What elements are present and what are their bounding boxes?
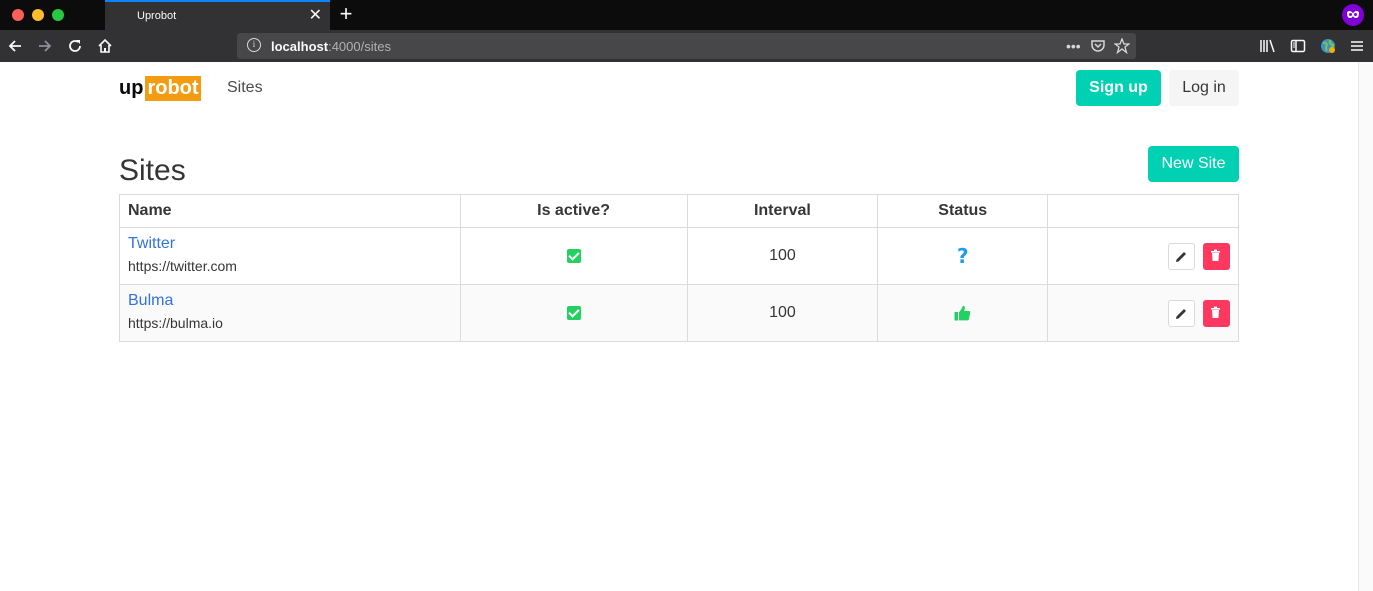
edit-button[interactable] xyxy=(1167,299,1195,327)
table-header-row: Name Is active? Interval Status xyxy=(119,194,1239,228)
table-row: Bulma https://bulma.io 100 xyxy=(119,284,1239,342)
address-bar[interactable]: i localhost:4000/sites ••• xyxy=(237,33,1136,59)
actions-cell xyxy=(1047,227,1239,285)
tab-close-icon[interactable]: ✕ xyxy=(309,6,322,26)
sidebar-icon[interactable] xyxy=(1288,35,1308,57)
thumbs-up-icon xyxy=(954,305,971,321)
bookmark-star-icon[interactable] xyxy=(1113,36,1131,59)
trash-icon xyxy=(1211,306,1220,318)
back-arrow-icon[interactable] xyxy=(5,35,25,57)
browser-tab[interactable]: Uprobot ✕ xyxy=(105,0,330,30)
browser-toolbar: i localhost:4000/sites ••• xyxy=(0,30,1373,62)
interval-cell: 100 xyxy=(686,284,879,342)
trash-icon xyxy=(1211,249,1220,261)
active-cell xyxy=(459,284,688,342)
site-name-link[interactable]: Twitter xyxy=(128,235,460,253)
site-name-cell: Bulma https://bulma.io xyxy=(119,284,461,342)
site-url: https://bulma.io xyxy=(128,314,223,331)
tab-title: Uprobot xyxy=(137,10,177,22)
forward-arrow-icon[interactable] xyxy=(35,35,55,57)
uprobot-logo[interactable]: up robot xyxy=(119,76,201,101)
column-header-status: Status xyxy=(877,194,1049,228)
url-text[interactable]: localhost:4000/sites xyxy=(271,39,391,54)
login-button[interactable]: Log in xyxy=(1169,70,1239,106)
pocket-icon[interactable] xyxy=(1090,36,1106,59)
library-icon[interactable] xyxy=(1258,35,1278,57)
site-name-link[interactable]: Bulma xyxy=(128,292,460,310)
extension-globe-icon[interactable] xyxy=(1318,35,1338,57)
column-header-active: Is active? xyxy=(459,194,688,228)
page-actions-icon[interactable]: ••• xyxy=(1066,36,1081,56)
column-header-interval: Interval xyxy=(686,194,879,228)
hamburger-menu-icon[interactable] xyxy=(1347,35,1367,57)
reload-icon[interactable] xyxy=(65,35,85,57)
page-content: up robot Sites Sign up Log in Sites New … xyxy=(0,62,1358,591)
question-icon: ? xyxy=(956,244,969,268)
signup-button[interactable]: Sign up xyxy=(1076,70,1161,106)
window-minimize-button[interactable] xyxy=(32,9,44,21)
home-icon[interactable] xyxy=(95,35,115,57)
new-site-button[interactable]: New Site xyxy=(1148,146,1239,182)
logo-up-text: up xyxy=(119,77,144,99)
active-cell xyxy=(459,227,688,285)
site-name-cell: Twitter https://twitter.com xyxy=(119,227,461,285)
new-tab-button[interactable]: + xyxy=(336,2,356,26)
sites-table: Name Is active? Interval Status Twitter … xyxy=(119,194,1239,342)
status-cell: ? xyxy=(877,227,1049,285)
delete-button[interactable] xyxy=(1203,299,1230,327)
pencil-icon xyxy=(1175,308,1186,319)
column-header-actions xyxy=(1047,194,1239,228)
browser-tab-bar: Uprobot ✕ + xyxy=(0,0,1373,30)
status-cell xyxy=(877,284,1049,342)
checkbox-checked-icon xyxy=(566,248,581,263)
delete-button[interactable] xyxy=(1203,242,1230,270)
site-info-icon[interactable]: i xyxy=(247,38,261,52)
logo-robot-text: robot xyxy=(145,76,201,101)
actions-cell xyxy=(1047,284,1239,342)
edit-button[interactable] xyxy=(1167,242,1195,270)
window-close-button[interactable] xyxy=(12,9,24,21)
window-zoom-button[interactable] xyxy=(52,9,64,21)
checkbox-checked-icon xyxy=(566,305,581,320)
site-url: https://twitter.com xyxy=(128,257,237,274)
interval-cell: 100 xyxy=(686,227,879,285)
page-title: Sites xyxy=(119,154,186,187)
nav-link-sites[interactable]: Sites xyxy=(227,79,263,97)
column-header-name: Name xyxy=(119,194,461,228)
page-scrollbar[interactable] xyxy=(1358,62,1373,591)
private-browsing-icon xyxy=(1342,4,1364,26)
table-row: Twitter https://twitter.com 100 ? xyxy=(119,227,1239,285)
pencil-icon xyxy=(1175,251,1186,262)
